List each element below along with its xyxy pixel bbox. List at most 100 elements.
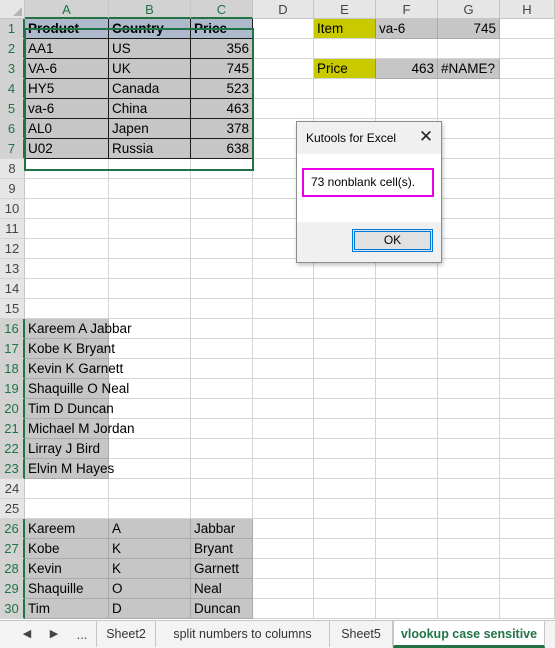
cell[interactable] (500, 279, 555, 299)
table-cell[interactable]: U02 (25, 139, 109, 159)
row-header-13[interactable]: 13 (0, 259, 25, 279)
row-header-6[interactable]: 6 (0, 119, 25, 139)
cell[interactable] (314, 559, 376, 579)
cell[interactable] (191, 299, 253, 319)
cell[interactable] (109, 279, 191, 299)
cell[interactable] (253, 399, 314, 419)
cell[interactable] (500, 599, 555, 619)
row-header-14[interactable]: 14 (0, 279, 25, 299)
row-header-21[interactable]: 21 (0, 419, 25, 439)
cell[interactable] (191, 219, 253, 239)
cell[interactable] (376, 519, 438, 539)
cell[interactable] (376, 499, 438, 519)
split-cell[interactable]: A (109, 519, 191, 539)
cell[interactable] (191, 399, 253, 419)
cell[interactable] (25, 479, 109, 499)
split-cell[interactable]: Shaquille (25, 579, 109, 599)
split-cell[interactable]: Jabbar (191, 519, 253, 539)
cell[interactable] (376, 439, 438, 459)
table-cell[interactable]: AL0 (25, 119, 109, 139)
row-header-12[interactable]: 12 (0, 239, 25, 259)
cell[interactable] (314, 359, 376, 379)
row-header-2[interactable]: 2 (0, 39, 25, 59)
name-cell[interactable]: Elvin M Hayes (25, 459, 114, 479)
cell[interactable] (438, 439, 500, 459)
cell[interactable] (109, 259, 191, 279)
row-header-1[interactable]: 1 (0, 19, 25, 39)
cell[interactable] (314, 479, 376, 499)
cell[interactable] (253, 339, 314, 359)
cell[interactable] (438, 139, 500, 159)
cell[interactable] (500, 219, 555, 239)
cell[interactable] (376, 579, 438, 599)
cell[interactable] (191, 479, 253, 499)
row-header-29[interactable]: 29 (0, 579, 25, 599)
row-header-24[interactable]: 24 (0, 479, 25, 499)
row-header-7[interactable]: 7 (0, 139, 25, 159)
price-value-cell[interactable]: 463 (376, 59, 438, 79)
cell[interactable] (25, 499, 109, 519)
cell[interactable] (500, 159, 555, 179)
cell[interactable] (253, 419, 314, 439)
cell[interactable] (438, 539, 500, 559)
split-cell[interactable]: Tim (25, 599, 109, 619)
cell[interactable] (500, 519, 555, 539)
column-header-d[interactable]: D (253, 0, 314, 19)
row-header-5[interactable]: 5 (0, 99, 25, 119)
cell[interactable] (438, 259, 500, 279)
cell[interactable] (109, 479, 191, 499)
cell[interactable] (376, 79, 438, 99)
table-cell[interactable]: 463 (191, 99, 253, 119)
cell[interactable] (253, 79, 314, 99)
cell[interactable] (109, 179, 191, 199)
cell[interactable] (25, 299, 109, 319)
cell[interactable] (438, 519, 500, 539)
column-header-g[interactable]: G (438, 0, 500, 19)
cell[interactable] (314, 299, 376, 319)
row-header-16[interactable]: 16 (0, 319, 25, 339)
split-cell[interactable]: Kareem (25, 519, 109, 539)
table-cell[interactable]: Russia (109, 139, 191, 159)
cell[interactable] (191, 159, 253, 179)
cell[interactable] (500, 319, 555, 339)
cell[interactable] (438, 399, 500, 419)
tab-split-numbers-to-columns[interactable]: split numbers to columns (156, 621, 330, 647)
split-cell[interactable]: K (109, 559, 191, 579)
cell[interactable] (314, 399, 376, 419)
cell[interactable] (376, 279, 438, 299)
cell[interactable] (191, 339, 253, 359)
cell[interactable] (376, 359, 438, 379)
cell[interactable] (109, 199, 191, 219)
split-cell[interactable]: Duncan (191, 599, 253, 619)
cell[interactable] (253, 499, 314, 519)
cell[interactable] (500, 559, 555, 579)
cell[interactable] (438, 159, 500, 179)
cell[interactable] (376, 419, 438, 439)
cell[interactable] (500, 379, 555, 399)
table-cell[interactable]: 638 (191, 139, 253, 159)
close-icon[interactable]: ✕ (411, 122, 441, 152)
split-cell[interactable]: Bryant (191, 539, 253, 559)
cell[interactable] (253, 539, 314, 559)
tab-sheet5[interactable]: Sheet5 (330, 621, 393, 647)
name-cell[interactable]: Kevin K Garnett (25, 359, 123, 379)
table-cell[interactable]: 523 (191, 79, 253, 99)
cell[interactable] (438, 579, 500, 599)
cell[interactable] (253, 99, 314, 119)
split-cell[interactable]: Neal (191, 579, 253, 599)
price-error-cell[interactable]: #NAME? (438, 59, 500, 79)
cell[interactable] (25, 199, 109, 219)
table-cell[interactable]: Canada (109, 79, 191, 99)
cell[interactable] (438, 419, 500, 439)
cell[interactable] (500, 199, 555, 219)
cell[interactable] (438, 239, 500, 259)
name-cell[interactable]: Tim D Duncan (25, 399, 114, 419)
split-cell[interactable]: K (109, 539, 191, 559)
cell[interactable] (253, 319, 314, 339)
table-cell[interactable]: VA-6 (25, 59, 109, 79)
cell[interactable] (191, 279, 253, 299)
cell[interactable] (314, 339, 376, 359)
cell[interactable] (500, 99, 555, 119)
tab-sheet2[interactable]: Sheet2 (96, 621, 156, 647)
cell[interactable] (376, 559, 438, 579)
